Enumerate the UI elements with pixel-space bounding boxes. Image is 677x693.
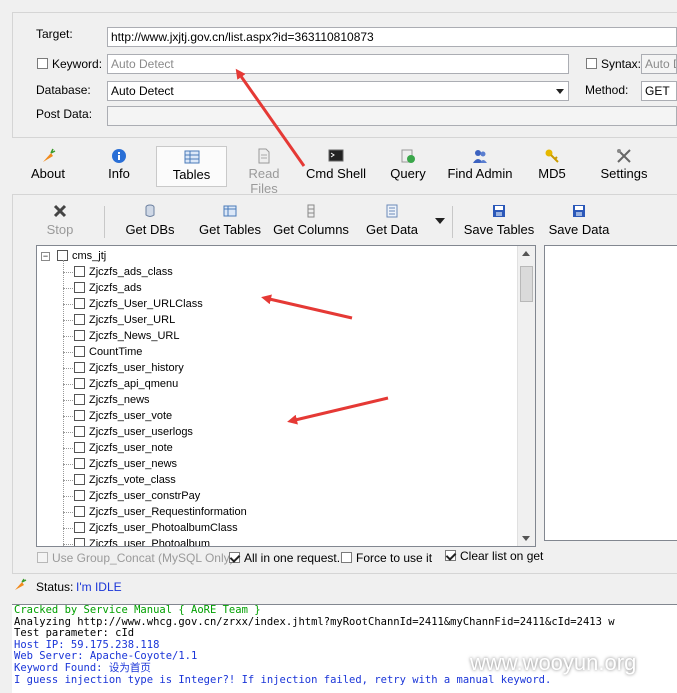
arrow-annotation [287, 396, 389, 425]
arrow-annotation [261, 294, 353, 320]
annotation-arrows [235, 68, 389, 425]
arrow-annotation [235, 68, 306, 167]
